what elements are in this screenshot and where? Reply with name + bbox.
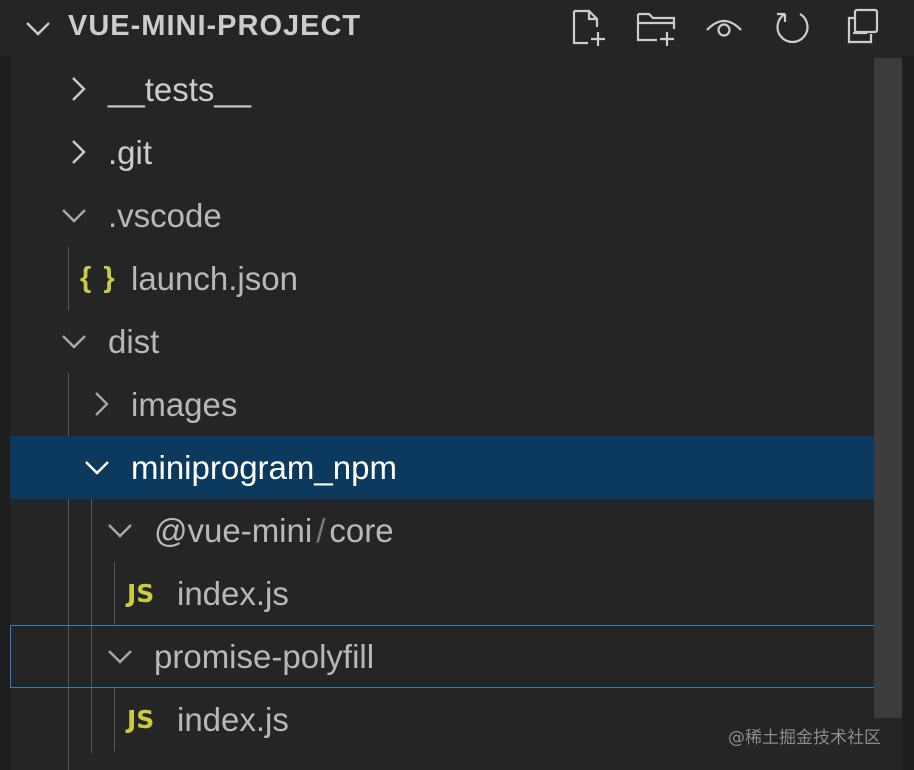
tree-item-label: @vue-mini / core bbox=[154, 499, 394, 562]
activity-edge bbox=[0, 0, 10, 770]
chevron-down-icon bbox=[85, 461, 109, 475]
tree-item-label: index.js bbox=[177, 701, 289, 738]
tree-item-tests[interactable]: __tests__ bbox=[10, 58, 902, 121]
file-tree: __tests__ .git .vscode { } launch.json d… bbox=[10, 56, 902, 770]
compact-folder-segment[interactable]: @vue-mini bbox=[154, 512, 312, 549]
chevron-right-icon bbox=[95, 392, 109, 416]
eye-icon bbox=[706, 19, 742, 37]
chevron-down-icon[interactable] bbox=[22, 12, 54, 44]
new-folder-button[interactable] bbox=[633, 4, 679, 50]
tree-item-git[interactable]: .git bbox=[10, 121, 902, 184]
tree-item-index-js[interactable]: JS index.js bbox=[10, 562, 902, 625]
collapse-all-button[interactable] bbox=[839, 4, 885, 50]
chevron-down-icon bbox=[108, 524, 132, 538]
tree-item-launch-json[interactable]: { } launch.json bbox=[10, 247, 902, 310]
tree-item-label: .vscode bbox=[108, 197, 222, 234]
javascript-file-icon: JS bbox=[127, 705, 155, 734]
tree-item-label: .git bbox=[108, 134, 153, 171]
chevron-down-icon bbox=[62, 209, 86, 223]
vertical-scrollbar[interactable] bbox=[874, 58, 902, 718]
tree-item-promise-polyfill[interactable]: promise-polyfill bbox=[10, 625, 902, 688]
new-file-icon bbox=[572, 9, 605, 46]
new-file-button[interactable] bbox=[565, 4, 611, 50]
refresh-icon bbox=[776, 12, 809, 44]
tree-item-label: dist bbox=[108, 323, 160, 360]
tree-item-label: promise-polyfill bbox=[154, 638, 375, 675]
refresh-button[interactable] bbox=[770, 4, 816, 50]
preview-button[interactable] bbox=[701, 4, 747, 50]
tree-item-vscode[interactable]: .vscode bbox=[10, 184, 902, 247]
explorer-header: VUE-MINI-PROJECT bbox=[0, 0, 914, 56]
tree-item-dist[interactable]: dist bbox=[10, 310, 902, 373]
tree-item-label: launch.json bbox=[131, 260, 298, 297]
chevron-down-icon bbox=[108, 650, 132, 664]
explorer-title[interactable]: VUE-MINI-PROJECT bbox=[68, 8, 361, 44]
tree-item-label: index.js bbox=[177, 575, 289, 612]
chevron-right-icon bbox=[72, 140, 86, 164]
sash-divider[interactable] bbox=[902, 56, 914, 770]
tree-item-vue-mini-core[interactable]: @vue-mini / core bbox=[10, 499, 902, 562]
watermark: @稀土掘金技术社区 bbox=[728, 728, 881, 748]
tree-item-miniprogram-npm[interactable]: miniprogram_npm bbox=[10, 436, 902, 499]
tree-item-images[interactable]: images bbox=[10, 373, 902, 436]
tree-item-label: miniprogram_npm bbox=[131, 449, 397, 486]
chevron-right-icon bbox=[72, 77, 86, 101]
javascript-file-icon: JS bbox=[127, 579, 155, 608]
tree-item-label: images bbox=[131, 386, 238, 423]
new-folder-icon bbox=[636, 12, 676, 46]
collapse-all-icon bbox=[847, 8, 879, 44]
tree-item-label: __tests__ bbox=[108, 71, 252, 108]
compact-folder-separator: / bbox=[316, 512, 326, 549]
json-file-icon: { } bbox=[80, 262, 117, 294]
compact-folder-segment[interactable]: core bbox=[329, 512, 393, 549]
chevron-down-icon bbox=[62, 335, 86, 349]
